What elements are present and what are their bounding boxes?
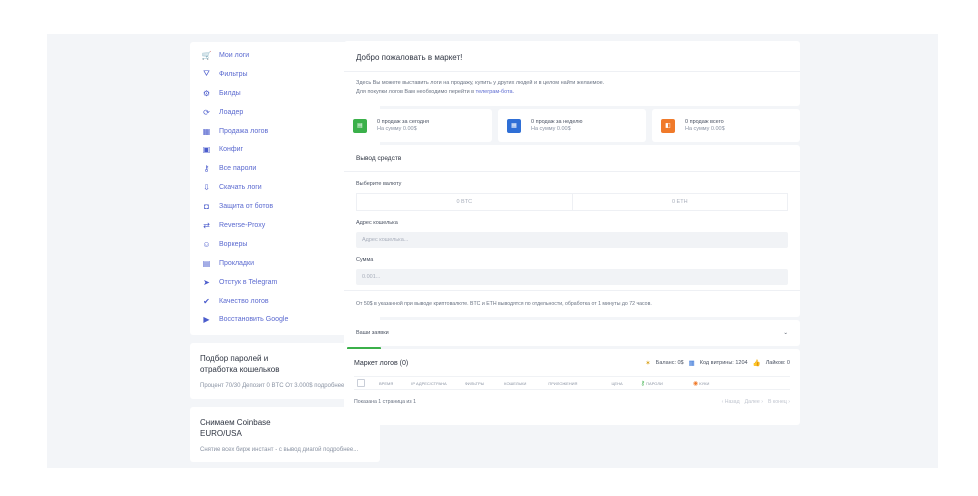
sidebar-item-label: Прокладки (219, 259, 254, 267)
sidebar-item-label: Воркеры (219, 240, 248, 248)
promo-title: Подбор паролей и отработка кошельков (200, 354, 280, 375)
sidebar-item-label: Конфиг (219, 146, 244, 154)
col-ip[interactable]: IP АДРЕС/СТРАНА (411, 381, 447, 386)
thumbs-up-icon: 👍 (752, 360, 761, 367)
promo-title: Снимаем Coinbase EURO/USA (200, 417, 271, 438)
welcome-line: Для покупки логов Вам необходимо перейти… (356, 88, 476, 95)
pagination-info: Показана 1 страница из 1 (354, 399, 417, 405)
download-icon: ⇩ (203, 183, 210, 193)
welcome-title: Добро пожаловать в маркет! (356, 53, 463, 62)
sidebar-item-label: Скачать логи (219, 184, 262, 192)
showcase-code: Код витрины: 1204 (699, 360, 748, 366)
week-icon: ▦ (507, 118, 521, 133)
amount-label: Сумма (356, 257, 374, 263)
sidebar-item-label: Продажа логов (219, 127, 269, 135)
wallet-input[interactable]: Адрес кошелька... (356, 232, 788, 248)
telegram-bot-link[interactable]: телеграм-бота. (476, 89, 514, 95)
sidebar-item-label: Лоадер (219, 108, 244, 116)
welcome-card: Добро пожаловать в маркет! Здесь Вы може… (344, 41, 800, 106)
users-icon: ☺ (202, 239, 211, 249)
stat-count: 0 продаж за сегодня (377, 119, 430, 125)
currency-selector: 0 BTC 0 ETH (356, 193, 788, 211)
withdraw-note: От 50$ в указанной при выводе криптовалю… (344, 290, 800, 317)
key-icon: ⚷ (203, 164, 210, 174)
cart-icon: 🛒 (201, 50, 212, 60)
total-icon: ◧ (661, 118, 675, 133)
sidebar-item-label: Мои логи (219, 51, 250, 59)
select-all-checkbox[interactable] (357, 379, 365, 387)
google-icon: ▶ (203, 315, 210, 325)
withdraw-title: Вывод средств (356, 155, 402, 162)
key-icon: ⚷ (640, 380, 646, 387)
col-cookies[interactable]: ◉ КУКИ (693, 380, 710, 387)
currency-btc-option[interactable]: 0 BTC (357, 194, 572, 210)
market-card: Маркет логов (0) ✶ Баланс: 0$ ▦ Код витр… (344, 349, 800, 425)
filter-icon: ⛛ (203, 69, 210, 79)
table-header: ВРЕМЯ IP АДРЕС/СТРАНА ФИЛЬТРЫ КОШЕЛЬКИ П… (354, 376, 790, 390)
telegram-icon: ➤ (203, 277, 210, 287)
main-content: Добро пожаловать в маркет! Здесь Вы може… (344, 41, 800, 425)
stat-sum: На сумму 0.00$ (531, 126, 571, 132)
stat-today: ▤ 0 продаж за сегодня На сумму 0.00$ (344, 109, 492, 142)
col-time[interactable]: ВРЕМЯ (379, 381, 393, 386)
sidebar-item-label: Восстановить Google (219, 316, 289, 324)
money-icon: ✶ (645, 360, 651, 367)
col-price[interactable]: ЦЕНА (611, 381, 622, 386)
pagination: ‹ Назад Далее › В конец › (722, 399, 790, 405)
page: 🛒 Мои логи ⛛ Фильтры ⚙ Билды ⟳ Лоадер ▦ Продажа л… (47, 34, 938, 468)
welcome-text: Здесь Вы можете выставить логи на продаж… (356, 79, 788, 96)
last-page-button[interactable]: В конец › (768, 399, 790, 405)
col-wallets[interactable]: КОШЕЛЬКИ (504, 381, 526, 386)
shop-icon: ▦ (202, 126, 211, 136)
stat-sum: На сумму 0.00$ (685, 126, 725, 132)
cookie-icon: ◉ (692, 380, 699, 387)
currency-label: Выберите валюту (356, 181, 402, 187)
orders-accordion[interactable]: Ваши заявки ⌄ (344, 320, 800, 346)
stats-row: ▤ 0 продаж за сегодня На сумму 0.00$ ▦ 0 … (344, 109, 800, 142)
sidebar-item-label: Качество логов (219, 297, 269, 305)
sidebar-item-label: Reverse-Proxy (219, 221, 266, 229)
sidebar-item-label: Билды (219, 89, 241, 97)
currency-eth-option[interactable]: 0 ETH (571, 194, 788, 210)
stat-count: 0 продаж за неделю (531, 119, 583, 125)
grid-icon: ▦ (688, 360, 695, 367)
loader-icon: ⟳ (203, 107, 210, 117)
col-filters[interactable]: ФИЛЬТРЫ (465, 381, 484, 386)
shield-icon: ◘ (204, 202, 209, 212)
col-passwords-label: ПАРОЛИ (646, 380, 663, 386)
promo-text: Снятие всех бирж инстант - с вывод диаго… (200, 446, 359, 453)
layers-icon: ▤ (202, 258, 211, 268)
orders-label: Ваши заявки (356, 330, 389, 336)
sidebar-item-label: Фильтры (219, 70, 248, 78)
withdraw-card: Вывод средств Выберите валюту 0 BTC 0 ET… (344, 145, 800, 317)
next-page-button[interactable]: Далее › (745, 399, 763, 405)
stat-week: ▦ 0 продаж за неделю На сумму 0.00$ (498, 109, 646, 142)
balance-text: Баланс: 0$ (655, 360, 684, 366)
sidebar-item-label: Все пароли (219, 165, 257, 173)
wallet-label: Адрес кошелька (356, 220, 398, 226)
sidebar-item-label: Отстук в Telegram (219, 278, 278, 286)
col-apps[interactable]: ПРИЛОЖЕНИЯ (548, 381, 577, 386)
amount-input[interactable]: 0.001... (356, 269, 788, 285)
today-icon: ▤ (353, 118, 367, 133)
market-stats: ✶ Баланс: 0$ ▦ Код витрины: 1204 👍 Лайко… (645, 359, 790, 367)
build-icon: ⚙ (202, 88, 211, 98)
stat-sum: На сумму 0.00$ (377, 126, 417, 132)
sidebar-item-label: Защита от ботов (219, 203, 274, 211)
welcome-line: Здесь Вы можете выставить логи на продаж… (356, 80, 605, 86)
chevron-down-icon: ⌄ (783, 330, 788, 336)
col-cookies-label: КУКИ (699, 380, 710, 386)
proxy-icon: ⇄ (203, 220, 210, 230)
col-passwords[interactable]: ⚷ ПАРОЛИ (641, 380, 663, 387)
config-icon: ▣ (202, 145, 211, 155)
quality-icon: ✔ (203, 296, 210, 306)
stat-count: 0 продаж всего (685, 119, 724, 125)
prev-page-button[interactable]: ‹ Назад (722, 399, 740, 405)
likes-count: Лайков: 0 (765, 360, 790, 366)
market-title: Маркет логов (0) (354, 359, 409, 367)
stat-total: ◧ 0 продаж всего На сумму 0.00$ (652, 109, 800, 142)
